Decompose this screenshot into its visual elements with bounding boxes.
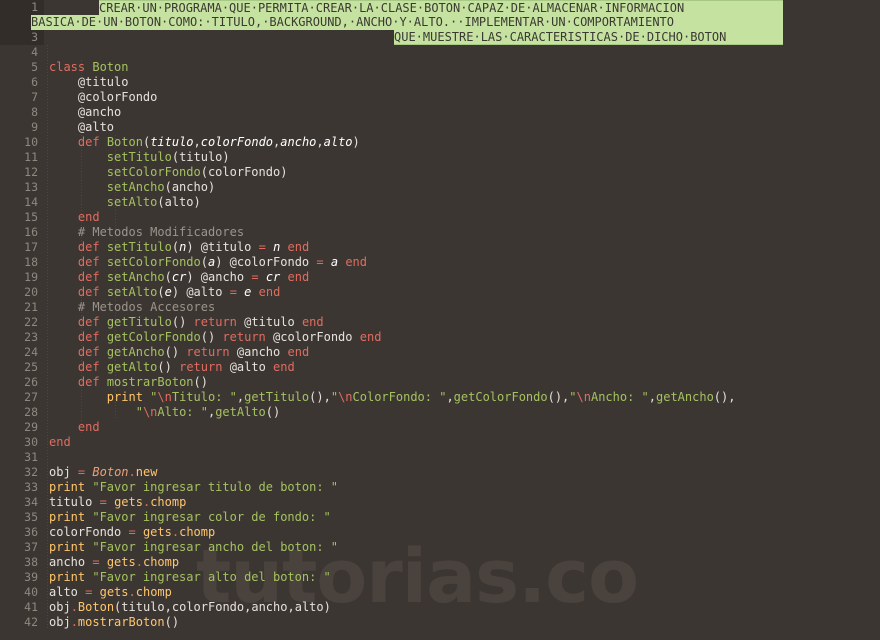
code-line[interactable]: setAlto(alto)	[0, 195, 201, 210]
code-line[interactable]: @ancho	[0, 105, 121, 120]
code-content[interactable]: class Boton @titulo @colorFondo @ancho @…	[0, 0, 880, 640]
code-line[interactable]: end	[0, 420, 100, 435]
code-line[interactable]: class Boton	[0, 60, 128, 75]
code-line[interactable]: def getColorFondo() return @colorFondo e…	[0, 330, 382, 345]
code-line[interactable]: @colorFondo	[0, 90, 157, 105]
code-line[interactable]: def mostrarBoton()	[0, 375, 208, 390]
code-line[interactable]: alto = gets.chomp	[0, 585, 172, 600]
code-line[interactable]: def setAncho(cr) @ancho = cr end	[0, 270, 309, 285]
code-line[interactable]: @titulo	[0, 75, 129, 90]
code-line[interactable]: setAncho(ancho)	[0, 180, 215, 195]
code-line[interactable]: end	[0, 435, 71, 450]
code-line[interactable]: ancho = gets.chomp	[0, 555, 179, 570]
code-line[interactable]: obj.Boton(titulo,colorFondo,ancho,alto)	[0, 600, 331, 615]
code-line[interactable]: obj.mostrarBoton()	[0, 615, 179, 630]
code-line[interactable]: def getTitulo() return @titulo end	[0, 315, 324, 330]
code-line[interactable]: titulo = gets.chomp	[0, 495, 186, 510]
code-line[interactable]: print "Favor ingresar alto del boton: "	[0, 570, 331, 585]
code-line[interactable]: print "Favor ingresar color de fondo: "	[0, 510, 331, 525]
code-line[interactable]: def Boton(titulo,colorFondo,ancho,alto)	[0, 135, 360, 150]
code-line[interactable]: setColorFondo(colorFondo)	[0, 165, 288, 180]
code-editor[interactable]: tutorias.co 1234567891011121314151617181…	[0, 0, 880, 640]
selected-comment-line[interactable]: CREAR·UN·PROGRAMA·QUE·PERMITA·CREAR·LA·C…	[99, 0, 783, 15]
code-line[interactable]: print "Favor ingresar titulo de boton: "	[0, 480, 338, 495]
code-line[interactable]: obj = Boton.new	[0, 465, 157, 480]
code-line[interactable]: def getAncho() return @ancho end	[0, 345, 309, 360]
code-line[interactable]: setTitulo(titulo)	[0, 150, 230, 165]
code-line[interactable]: def setColorFondo(a) @colorFondo = a end	[0, 255, 367, 270]
code-line[interactable]: # Metodos Modificadores	[0, 225, 244, 240]
code-line[interactable]: def getAlto() return @alto end	[0, 360, 295, 375]
code-line[interactable]: # Metodos Accesores	[0, 300, 215, 315]
code-line[interactable]: colorFondo = gets.chomp	[0, 525, 215, 540]
code-line[interactable]: print "\nTitulo: ",getTitulo(),"\nColorF…	[0, 390, 736, 405]
code-line[interactable]: def setTitulo(n) @titulo = n end	[0, 240, 309, 255]
code-line[interactable]: print "Favor ingresar ancho del boton: "	[0, 540, 338, 555]
code-line[interactable]: def setAlto(e) @alto = e end	[0, 285, 280, 300]
code-line[interactable]: end	[0, 210, 100, 225]
selected-comment-line[interactable]: QUE·MUESTRE·LAS·CARACTERISTICAS·DE·DICHO…	[394, 30, 783, 45]
selected-comment-line[interactable]: BASICA·DE·UN·BOTON·COMO:·TITULO,·BACKGRO…	[31, 15, 783, 30]
code-line[interactable]: @alto	[0, 120, 114, 135]
code-line[interactable]: "\nAlto: ",getAlto()	[0, 405, 281, 420]
